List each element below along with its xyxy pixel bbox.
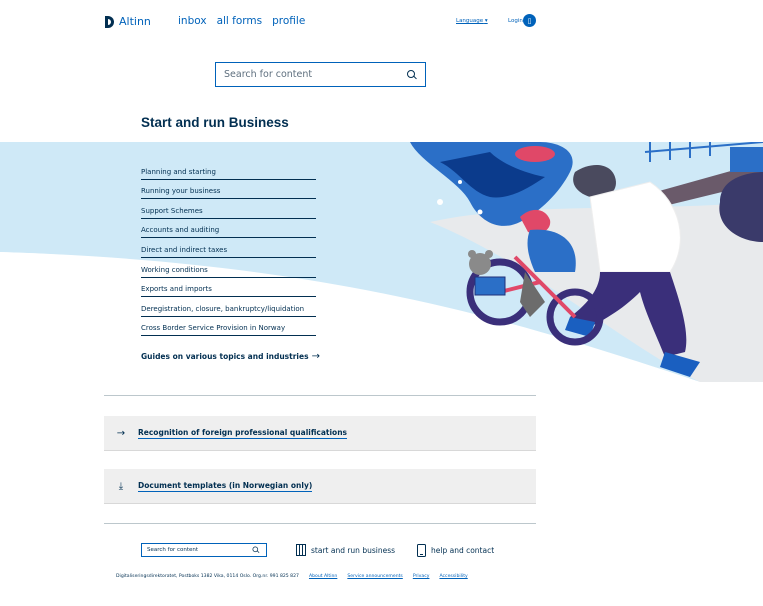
search-icon[interactable] xyxy=(252,546,260,554)
guides-link-label: Guides on various topics and industries xyxy=(141,352,309,361)
list-item[interactable]: Working conditions xyxy=(141,258,316,278)
phone-icon xyxy=(417,544,426,557)
divider xyxy=(104,523,536,524)
list-item[interactable]: Planning and starting xyxy=(141,160,316,180)
footer-link-label: start and run business xyxy=(311,545,396,555)
list-item[interactable]: Support Schemes xyxy=(141,199,316,219)
nav-profile[interactable]: profile xyxy=(272,15,305,27)
footer-link-start-and-run-business[interactable]: start and run business xyxy=(296,544,395,556)
footer-link-help-and-contact[interactable]: help and contact xyxy=(417,544,494,557)
list-item[interactable]: Exports and imports xyxy=(141,278,316,298)
logo-text: Altinn xyxy=(119,15,151,28)
main-nav: inbox all forms profile xyxy=(178,15,305,27)
page-title: Start and run Business xyxy=(141,115,289,130)
nav-all-forms[interactable]: all forms xyxy=(217,15,263,27)
login-icon[interactable]: ▯ xyxy=(523,14,536,27)
accordion-label: Recognition of foreign professional qual… xyxy=(138,427,348,439)
hero-illustration xyxy=(0,142,763,382)
download-icon: ⤓ xyxy=(118,480,124,492)
footer-link-label: help and contact xyxy=(431,546,495,555)
list-item[interactable]: Cross Border Service Provision in Norway xyxy=(141,317,316,337)
footer-about-link[interactable]: About Altinn xyxy=(309,574,337,579)
search-bar xyxy=(215,62,426,87)
login-link[interactable]: Login xyxy=(508,18,523,24)
language-selector[interactable]: Language ▾ xyxy=(456,18,488,24)
chevron-down-icon: ▾ xyxy=(484,18,488,24)
hero-illustration-svg xyxy=(0,142,763,382)
list-item[interactable]: Deregistration, closure, bankruptcy/liqu… xyxy=(141,297,316,317)
footer-privacy-link[interactable]: Privacy xyxy=(413,574,430,579)
altinn-logo[interactable]: Altinn xyxy=(105,15,151,28)
divider xyxy=(104,395,536,396)
footer-search-input[interactable] xyxy=(147,547,247,553)
list-item[interactable]: Direct and indirect taxes xyxy=(141,238,316,258)
footer-address: Digitaliseringsdirektoratet, Postboks 13… xyxy=(116,574,299,579)
search-input[interactable] xyxy=(224,69,404,80)
footer-search-bar xyxy=(141,543,267,557)
guides-link[interactable]: Guides on various topics and industries … xyxy=(141,351,320,362)
list-item[interactable]: Running your business xyxy=(141,180,316,200)
arrow-right-icon: → xyxy=(311,351,320,362)
nav-inbox[interactable]: inbox xyxy=(178,15,207,27)
language-label: Language xyxy=(456,18,484,24)
accordion-recognition[interactable]: → Recognition of foreign professional qu… xyxy=(104,416,536,451)
header: Altinn inbox all forms profile Language … xyxy=(0,0,763,46)
search-icon[interactable] xyxy=(407,69,417,80)
footer-service-announcements-link[interactable]: Service announcements xyxy=(347,574,402,579)
altinn-logo-icon xyxy=(105,15,114,28)
arrow-right-icon: → xyxy=(116,427,126,439)
list-item[interactable]: Accounts and auditing xyxy=(141,219,316,239)
footer-accessibility-link[interactable]: Accessibility xyxy=(439,574,467,579)
accordion-label: Document templates (in Norwegian only) xyxy=(138,480,313,492)
footer-bottom: Digitaliseringsdirektoratet, Postboks 13… xyxy=(116,574,468,579)
accordion-document-templates[interactable]: ⤓ Document templates (in Norwegian only) xyxy=(104,469,536,504)
category-list: Planning and starting Running your busin… xyxy=(141,160,316,337)
building-icon xyxy=(296,544,306,556)
